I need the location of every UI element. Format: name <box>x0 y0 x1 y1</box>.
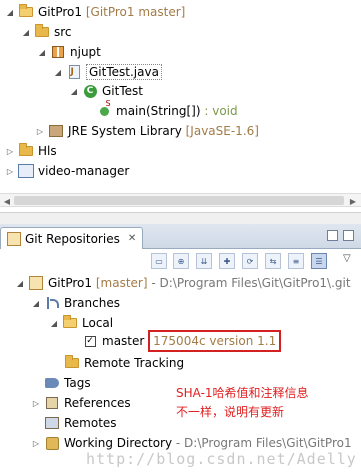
repository-icon <box>28 275 44 291</box>
remote-tracking-label: Remote Tracking <box>84 356 185 370</box>
collapse-toggle-icon[interactable]: ▷ <box>30 397 42 409</box>
branches-label: Branches <box>64 296 120 310</box>
create-repository-icon[interactable]: ✚ <box>219 253 235 269</box>
jre-decoration: [JavaSE-1.6] <box>185 124 259 138</box>
hierarchical-layout-icon[interactable]: ☰ <box>311 253 327 269</box>
tree-item-master[interactable]: ✓ master 175004c version 1.1 <box>82 330 282 352</box>
git-repositories-icon <box>7 231 21 246</box>
method-return-type: : void <box>204 104 238 118</box>
repo-root[interactable]: ◢ GitPro1 [master] - D:\Program Files\Gi… <box>14 273 351 293</box>
checked-out-branch-icon: ✓ <box>84 335 96 347</box>
project-name: GitPro1 <box>38 5 83 19</box>
repo-branch: [master] <box>95 276 148 290</box>
view-divider[interactable] <box>0 212 361 224</box>
package-icon <box>50 44 66 60</box>
expand-toggle-icon[interactable]: ◢ <box>20 26 32 38</box>
tree-item-remotes[interactable]: Remotes <box>44 413 117 433</box>
expand-toggle-icon[interactable]: ◢ <box>68 85 80 97</box>
source-folder-icon <box>34 24 50 40</box>
method-name: main(String[]) <box>116 104 201 118</box>
project-icon <box>18 4 34 20</box>
tree-item-src[interactable]: ◢ src <box>20 22 72 42</box>
link-with-selection-icon[interactable]: ⇆ <box>265 253 281 269</box>
working-dir-path: - D:\Program Files\Git\GitPro1 <box>175 436 352 450</box>
tree-item-jre[interactable]: ▷ JRE System Library [JavaSE-1.6] <box>34 121 259 141</box>
class-label: GitTest <box>102 84 143 98</box>
tab-title: Git Repositories <box>25 231 120 246</box>
library-icon <box>48 123 64 139</box>
references-icon <box>44 395 60 411</box>
horizontal-scrollbar[interactable]: ◀ ▶ <box>0 193 361 207</box>
close-icon[interactable]: ✕ <box>128 233 136 244</box>
src-label: src <box>54 25 72 39</box>
master-label: master <box>102 334 145 348</box>
remotes-icon <box>44 415 60 431</box>
collapse-toggle-icon[interactable]: ▷ <box>34 125 46 137</box>
flat-layout-icon[interactable]: ≡ <box>288 253 304 269</box>
maximize-icon[interactable] <box>343 230 354 241</box>
project-video-manager-label: video-manager <box>38 164 130 178</box>
expand-toggle-icon[interactable]: ◢ <box>14 277 26 289</box>
java-file-icon <box>66 64 82 80</box>
view-toolbar: ▭ ⊕ ⇊ ✚ ⟳ ⇆ ≡ ☰ ▽ <box>0 249 361 273</box>
tree-item-local[interactable]: ◢ Local <box>48 313 113 333</box>
annotation-note: SHA-1哈希值和注释信息 不一样，说明有更新 <box>176 384 309 422</box>
class-icon: C <box>82 83 98 99</box>
annotation-line-1: SHA-1哈希值和注释信息 <box>176 386 309 400</box>
web-project-icon <box>18 163 34 179</box>
collapse-toggle-icon[interactable]: ▷ <box>4 145 16 157</box>
file-label: GitTest.java <box>86 64 162 80</box>
expand-toggle-icon[interactable]: ◢ <box>52 66 64 78</box>
commit-highlight-box: 175004c version 1.1 <box>148 330 282 352</box>
expand-toggle-icon[interactable]: ◢ <box>30 297 42 309</box>
collapse-all-icon[interactable]: ▭ <box>151 253 167 269</box>
tree-item-project-hls[interactable]: ▷ Hls <box>4 141 57 161</box>
project-hls-label: Hls <box>38 144 57 158</box>
scroll-left-icon[interactable]: ◀ <box>1 195 13 207</box>
tree-item-remote-tracking[interactable]: Remote Tracking <box>64 353 184 373</box>
static-method-icon <box>96 99 112 119</box>
collapse-toggle-icon[interactable]: ▷ <box>30 437 42 449</box>
project-decoration: [GitPro1 master] <box>85 5 186 19</box>
working-dir-label: Working Directory <box>64 436 173 450</box>
view-menu-icon[interactable]: ▽ <box>343 253 351 264</box>
tree-item-file[interactable]: ◢ GitTest.java <box>52 62 162 82</box>
minimize-icon[interactable] <box>327 230 338 241</box>
view-tab-bar: Git Repositories ✕ <box>0 224 361 249</box>
scroll-right-icon[interactable]: ▶ <box>347 195 359 207</box>
tree-item-project-gitpro1[interactable]: ◢ GitPro1 [GitPro1 master] <box>4 2 185 22</box>
clone-repository-icon[interactable]: ⇊ <box>196 253 212 269</box>
jre-label: JRE System Library <box>68 124 182 138</box>
refresh-icon[interactable]: ⟳ <box>242 253 258 269</box>
local-label: Local <box>82 316 114 330</box>
working-directory-icon <box>44 435 60 451</box>
tree-item-branches[interactable]: ◢ Branches <box>30 293 120 313</box>
scrollbar-thumb[interactable] <box>14 196 344 205</box>
tree-item-references[interactable]: ▷ References <box>30 393 131 413</box>
tree-item-tags[interactable]: Tags <box>44 373 91 393</box>
branches-icon <box>44 295 60 311</box>
package-label: njupt <box>70 45 101 59</box>
annotation-line-2: 不一样，说明有更新 <box>176 405 285 419</box>
folder-icon <box>64 355 80 371</box>
tree-item-package[interactable]: ◢ njupt <box>36 42 101 62</box>
collapse-toggle-icon[interactable]: ▷ <box>4 165 16 177</box>
expand-toggle-icon[interactable]: ◢ <box>48 317 60 329</box>
project-icon <box>18 143 34 159</box>
repo-name: GitPro1 <box>48 276 93 290</box>
tags-label: Tags <box>64 376 91 390</box>
folder-icon <box>62 315 78 331</box>
tree-item-method[interactable]: main(String[]) : void <box>96 99 238 121</box>
references-label: References <box>64 396 131 410</box>
expand-toggle-icon[interactable]: ◢ <box>36 46 48 58</box>
watermark: http://blog.csdn.net/Adelly <box>86 450 357 468</box>
tree-item-project-video-manager[interactable]: ▷ video-manager <box>4 161 129 181</box>
tags-icon <box>44 375 60 391</box>
link-repository-icon[interactable]: ⊕ <box>173 253 189 269</box>
tab-git-repositories[interactable]: Git Repositories ✕ <box>0 227 144 249</box>
remotes-label: Remotes <box>64 416 117 430</box>
repo-path: - D:\Program Files\Git\GitPro1\.git <box>151 276 351 290</box>
commit-info: 175004c version 1.1 <box>153 334 277 348</box>
expand-toggle-icon[interactable]: ◢ <box>4 6 16 18</box>
